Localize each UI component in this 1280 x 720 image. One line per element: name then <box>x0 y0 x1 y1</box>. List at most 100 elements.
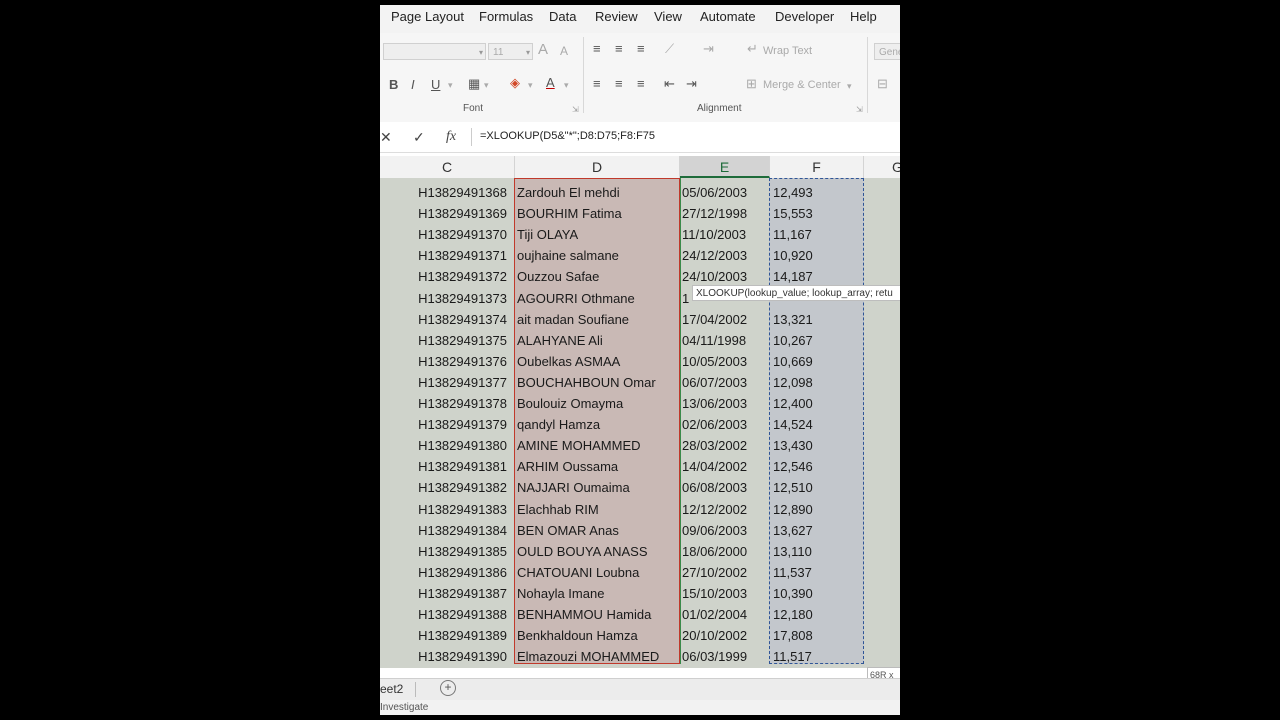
tab-help[interactable]: Help <box>850 9 877 24</box>
cell-date[interactable]: 24/12/2003 <box>682 245 770 266</box>
cell-amount[interactable]: 12,180 <box>773 604 863 625</box>
align-left-icon[interactable]: ≡ <box>593 76 601 92</box>
cell-id[interactable]: H13829491375 <box>380 330 507 351</box>
cell-date[interactable]: 11/10/2003 <box>682 224 770 245</box>
cell-amount[interactable]: 17,808 <box>773 625 863 646</box>
cell-name[interactable]: AGOURRI Othmane <box>517 288 677 309</box>
align-center-icon[interactable]: ≡ <box>615 76 623 92</box>
cell-name[interactable]: BENHAMMOU Hamida <box>517 604 677 625</box>
cell-amount[interactable]: 13,627 <box>773 520 863 541</box>
cell-date[interactable]: 27/10/2002 <box>682 562 770 583</box>
add-sheet-button[interactable]: + <box>440 680 456 696</box>
cell-name[interactable]: CHATOUANI Loubna <box>517 562 677 583</box>
cell-name[interactable]: Ouzzou Safae <box>517 266 677 287</box>
cell-name[interactable]: Zardouh El mehdi <box>517 182 677 203</box>
align-right-icon[interactable]: ≡ <box>637 76 645 92</box>
cell-date[interactable]: 10/05/2003 <box>682 351 770 372</box>
cell-amount[interactable]: 10,920 <box>773 245 863 266</box>
cell-name[interactable]: Elmazouzi MOHAMMED <box>517 646 677 667</box>
cell-amount[interactable]: 11,537 <box>773 562 863 583</box>
rtl-direction-icon[interactable]: ⇥ <box>703 41 714 57</box>
cell-id[interactable]: H13829491385 <box>380 541 507 562</box>
cell-date[interactable]: 06/07/2003 <box>682 372 770 393</box>
column-header-f[interactable]: F <box>770 156 864 178</box>
cell-date[interactable]: 20/10/2002 <box>682 625 770 646</box>
cell-id[interactable]: H13829491373 <box>380 288 507 309</box>
chevron-down-icon[interactable]: ▾ <box>448 77 453 93</box>
cell-amount[interactable]: 12,546 <box>773 456 863 477</box>
cell-id[interactable]: H13829491377 <box>380 372 507 393</box>
tab-data[interactable]: Data <box>549 9 576 24</box>
cell-id[interactable]: H13829491371 <box>380 245 507 266</box>
cell-id[interactable]: H13829491370 <box>380 224 507 245</box>
cell-id[interactable]: H13829491388 <box>380 604 507 625</box>
chevron-down-icon[interactable]: ▾ <box>847 78 852 94</box>
cell-id[interactable]: H13829491382 <box>380 477 507 498</box>
cancel-icon[interactable]: ✕ <box>380 129 392 146</box>
column-header-g[interactable]: G <box>864 156 900 178</box>
number-format-dropdown[interactable]: Gene <box>874 43 900 60</box>
align-top-icon[interactable]: ≡ <box>593 41 601 57</box>
cell-name[interactable]: qandyl Hamza <box>517 414 677 435</box>
decrease-font-size-icon[interactable]: A <box>560 43 568 59</box>
cell-name[interactable]: oujhaine salmane <box>517 245 677 266</box>
cell-amount[interactable]: 10,267 <box>773 330 863 351</box>
cell-amount[interactable]: 13,321 <box>773 309 863 330</box>
formula-input[interactable]: =XLOOKUP(D5&"*";D8:D75;F8:F75 <box>480 130 655 142</box>
cell-date[interactable]: 01/02/2004 <box>682 604 770 625</box>
cell-date[interactable]: 02/06/2003 <box>682 414 770 435</box>
increase-font-size-icon[interactable]: A <box>538 42 548 58</box>
cell-id[interactable]: H13829491386 <box>380 562 507 583</box>
increase-indent-icon[interactable]: ⇥ <box>686 76 697 92</box>
cell-amount[interactable]: 11,517 <box>773 646 863 667</box>
tab-developer[interactable]: Developer <box>775 9 834 24</box>
cell-date[interactable]: 12/12/2002 <box>682 499 770 520</box>
cell-date[interactable]: 17/04/2002 <box>682 309 770 330</box>
cell-id[interactable]: H13829491389 <box>380 625 507 646</box>
cell-id[interactable]: H13829491387 <box>380 583 507 604</box>
borders-icon[interactable]: ▦ <box>468 76 480 92</box>
italic-button[interactable]: I <box>411 77 415 93</box>
cell-name[interactable]: BOUCHAHBOUN Omar <box>517 372 677 393</box>
cell-amount[interactable]: 14,524 <box>773 414 863 435</box>
cell-name[interactable]: Elachhab RIM <box>517 499 677 520</box>
cell-name[interactable]: ARHIM Oussama <box>517 456 677 477</box>
cell-name[interactable]: Benkhaldoun Hamza <box>517 625 677 646</box>
column-header-c[interactable]: C <box>380 156 515 178</box>
cell-date[interactable]: 05/06/2003 <box>682 182 770 203</box>
chevron-down-icon[interactable]: ▾ <box>484 77 489 93</box>
cell-date[interactable]: 15/10/2003 <box>682 583 770 604</box>
cell-amount[interactable]: 13,430 <box>773 435 863 456</box>
cell-date[interactable]: 27/12/1998 <box>682 203 770 224</box>
dialog-launcher-icon[interactable]: ⇲ <box>572 105 579 114</box>
dialog-launcher-icon[interactable]: ⇲ <box>856 105 863 114</box>
bold-button[interactable]: B <box>389 77 398 93</box>
cell-date[interactable]: 09/06/2003 <box>682 520 770 541</box>
orientation-icon[interactable]: ⟋ <box>665 41 674 57</box>
wrap-text-button[interactable]: Wrap Text <box>763 45 812 57</box>
cell-amount[interactable]: 10,390 <box>773 583 863 604</box>
cell-name[interactable]: Oubelkas ASMAA <box>517 351 677 372</box>
cell-amount[interactable]: 11,167 <box>773 224 863 245</box>
cell-date[interactable]: 14/04/2002 <box>682 456 770 477</box>
cell-date[interactable]: 04/11/1998 <box>682 330 770 351</box>
cell-date[interactable]: 18/06/2000 <box>682 541 770 562</box>
cell-id[interactable]: H13829491368 <box>380 182 507 203</box>
merge-center-icon[interactable]: ⊞ <box>746 76 757 92</box>
fill-color-icon[interactable]: ◈ <box>510 75 520 91</box>
cell-id[interactable]: H13829491383 <box>380 499 507 520</box>
cell-amount[interactable]: 12,493 <box>773 182 863 203</box>
tab-review[interactable]: Review <box>595 9 638 24</box>
cell-name[interactable]: ALAHYANE Ali <box>517 330 677 351</box>
worksheet-grid[interactable]: H13829491368 Zardouh El mehdi 05/06/2003 12… <box>380 178 900 668</box>
cell-amount[interactable]: 12,890 <box>773 499 863 520</box>
column-header-e[interactable]: E <box>680 156 770 178</box>
align-middle-icon[interactable]: ≡ <box>615 41 623 57</box>
accounting-format-icon[interactable]: ⊟ <box>877 76 888 92</box>
cell-amount[interactable]: 12,098 <box>773 372 863 393</box>
cell-id[interactable]: H13829491376 <box>380 351 507 372</box>
font-color-icon[interactable]: A <box>546 75 555 91</box>
merge-center-button[interactable]: Merge & Center <box>763 79 841 91</box>
cell-name[interactable]: NAJJARI Oumaima <box>517 477 677 498</box>
insert-function-icon[interactable]: fx <box>446 129 456 145</box>
